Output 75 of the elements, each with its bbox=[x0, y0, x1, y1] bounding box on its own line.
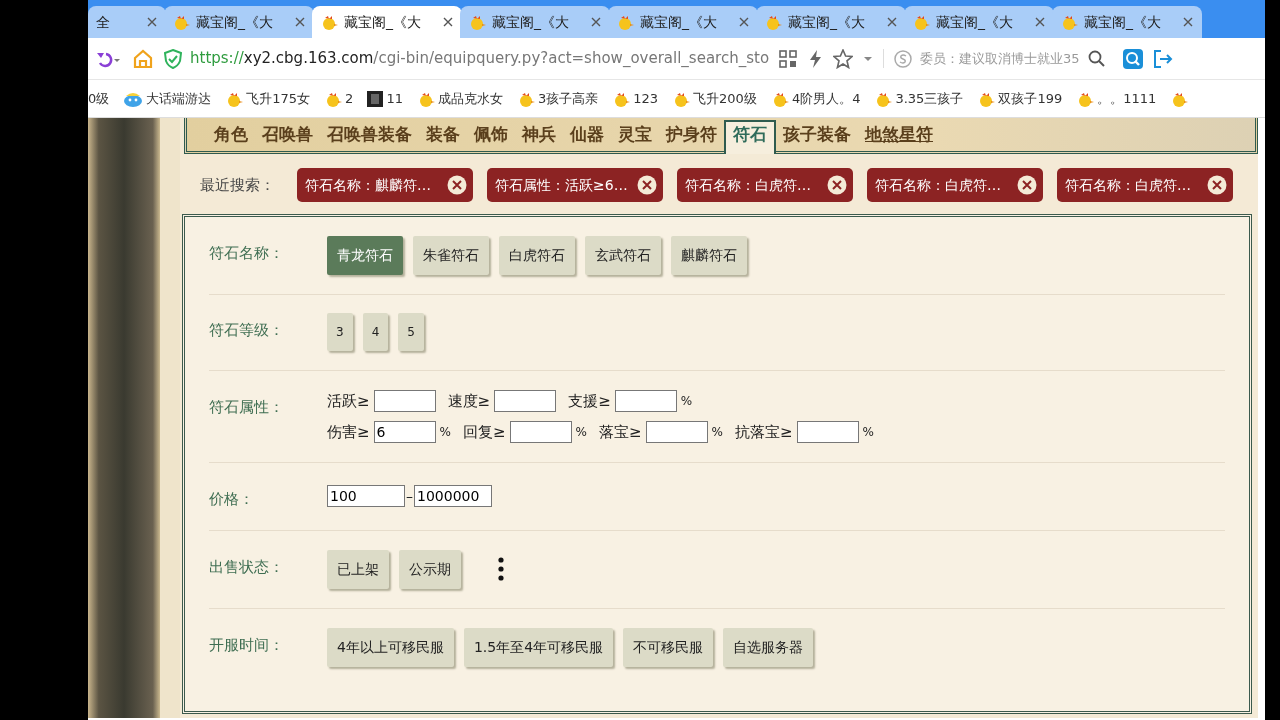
option-button[interactable]: 5 bbox=[398, 313, 424, 351]
recent-search-tag[interactable]: 符石名称：白虎符… bbox=[867, 168, 1043, 202]
option-button[interactable]: 白虎符石 bbox=[499, 236, 575, 275]
recent-search-label: 最近搜索： bbox=[200, 174, 275, 196]
field-label: 速度≥ bbox=[447, 391, 491, 412]
recent-search-tag[interactable]: 符石名称：白虎符… bbox=[677, 168, 853, 202]
filter-label: 符石属性： bbox=[209, 397, 285, 418]
browser-tab[interactable]: 藏宝阁_《大 bbox=[608, 6, 758, 38]
category-tab[interactable]: 地煞星符 bbox=[858, 121, 940, 151]
option-button[interactable]: 已上架 bbox=[327, 549, 389, 589]
unit-label: % bbox=[862, 423, 874, 441]
browser-tab[interactable]: 藏宝阁_《大 bbox=[904, 6, 1054, 38]
filter-label: 符石等级： bbox=[209, 320, 285, 341]
category-tab[interactable]: 角色 bbox=[207, 121, 255, 151]
price-field[interactable]: 100 bbox=[327, 485, 405, 508]
bookmark-link[interactable]: 。。1111 bbox=[1076, 88, 1157, 109]
category-tab[interactable]: 佩饰 bbox=[467, 121, 515, 151]
bookmark-link[interactable]: 4阶男人。4 bbox=[770, 88, 861, 109]
category-tab[interactable]: 召唤兽装备 bbox=[320, 121, 419, 151]
option-button[interactable]: 3 bbox=[327, 313, 353, 351]
bookmark-link[interactable]: 11 bbox=[367, 88, 403, 109]
option-button[interactable]: 青龙符石 bbox=[327, 236, 403, 275]
filter-label: 开服时间： bbox=[209, 634, 285, 656]
category-tab[interactable]: 装备 bbox=[419, 121, 467, 151]
recent-search-tag[interactable]: 符石名称：白虎符… bbox=[1057, 168, 1233, 202]
option-button[interactable]: 麒麟符石 bbox=[671, 236, 747, 275]
option-button[interactable]: 玄武符石 bbox=[585, 236, 661, 275]
browser-tab[interactable]: 藏宝阁_《大 bbox=[164, 6, 314, 38]
filter-label: 价格： bbox=[209, 489, 255, 510]
recent-search-tag[interactable]: 符石名称：麒麟符… bbox=[297, 168, 473, 202]
option-button[interactable]: 朱雀符石 bbox=[413, 236, 489, 275]
browser-tab[interactable]: 藏宝阁_《大 bbox=[312, 6, 462, 38]
field-label: 支援≥ bbox=[568, 391, 611, 412]
bookmark-link[interactable]: 飞升200级 bbox=[672, 88, 757, 109]
category-tab[interactable]: 仙器 bbox=[563, 121, 611, 151]
category-tab[interactable]: 孩子装备 bbox=[776, 121, 858, 151]
browser-tab[interactable]: 藏宝阁_《大 bbox=[756, 6, 906, 38]
option-button[interactable]: 公示期 bbox=[399, 549, 461, 589]
unit-label: % bbox=[439, 423, 451, 441]
option-button[interactable]: 自选服务器 bbox=[723, 627, 814, 667]
bookmark-link[interactable]: 3孩子高亲 bbox=[516, 88, 599, 109]
field-label: 回复≥ bbox=[463, 421, 506, 443]
browser-tab[interactable]: 藏宝阁_《大 bbox=[1052, 6, 1202, 38]
field-label: 抗落宝≥ bbox=[734, 421, 793, 443]
recent-search-tag[interactable]: 符石属性：活跃≥6… bbox=[487, 168, 663, 202]
category-tab[interactable]: 召唤兽 bbox=[255, 121, 320, 151]
option-button[interactable]: 1.5年至4年可移民服 bbox=[463, 627, 614, 667]
bookmark-link[interactable]: 0级 bbox=[88, 88, 110, 109]
unit-label: % bbox=[711, 423, 723, 441]
field-label: 活跃≥ bbox=[327, 391, 370, 412]
browser-tab[interactable]: 全 bbox=[88, 6, 166, 38]
bookmark-link[interactable]: 2 bbox=[324, 88, 354, 109]
number-field[interactable]: 6 bbox=[373, 420, 436, 443]
filter-label: 符石名称： bbox=[209, 243, 285, 264]
bookmark-link[interactable]: 大话端游达 bbox=[123, 88, 212, 109]
category-tab[interactable]: 护身符 bbox=[659, 121, 724, 151]
bookmark-link[interactable]: 123 bbox=[612, 88, 659, 109]
option-button[interactable]: 4年以上可移民服 bbox=[327, 627, 454, 667]
price-field[interactable]: 1000000 bbox=[414, 485, 492, 508]
bookmark-link[interactable]: 双孩子199 bbox=[977, 88, 1063, 109]
bookmark-link[interactable]: 飞升175女 bbox=[225, 88, 311, 109]
option-button[interactable]: 不可移民服 bbox=[623, 627, 714, 667]
category-tab[interactable]: 神兵 bbox=[515, 121, 563, 151]
browser-tab[interactable]: 藏宝阁_《大 bbox=[460, 6, 610, 38]
range-separator: – bbox=[406, 486, 413, 506]
field-label: 伤害≥ bbox=[327, 421, 370, 443]
bookmark-link[interactable]: 成品克水女 bbox=[416, 88, 503, 109]
unit-label: % bbox=[680, 393, 693, 411]
unit-label: % bbox=[575, 423, 587, 441]
field-label: 落宝≥ bbox=[598, 421, 642, 443]
filter-label: 出售状态： bbox=[209, 556, 285, 578]
category-tab[interactable]: 符石 bbox=[724, 119, 776, 154]
option-button[interactable]: 4 bbox=[362, 313, 389, 351]
category-tab[interactable]: 灵宝 bbox=[611, 121, 659, 151]
bookmark-link[interactable]: 3.35三孩子 bbox=[874, 88, 964, 109]
